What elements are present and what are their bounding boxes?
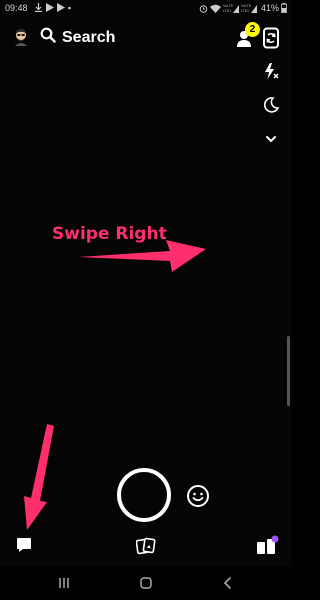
svg-text:LTE2: LTE2 <box>241 9 249 13</box>
capture-button[interactable] <box>117 468 171 522</box>
night-mode-icon[interactable] <box>262 96 280 114</box>
play-store-icon <box>46 3 54 12</box>
dot-icon <box>68 3 71 12</box>
chevron-down-icon[interactable] <box>262 130 280 148</box>
search-label: Search <box>62 28 116 46</box>
svg-text:LTE1: LTE1 <box>223 9 231 13</box>
alarm-icon <box>199 4 208 13</box>
search-bar[interactable]: Search <box>40 27 115 48</box>
back-icon[interactable] <box>220 575 236 591</box>
wifi-icon <box>209 4 221 13</box>
flash-off-icon[interactable] <box>262 62 280 80</box>
status-bar: 09:48 VoLTE LTE1 VoLTE LTE2 41% <box>0 0 292 18</box>
signal-1-icon: VoLTE LTE1 <box>223 3 239 13</box>
chat-icon[interactable] <box>16 537 32 553</box>
top-bar: Search 2 <box>0 22 292 52</box>
home-icon[interactable] <box>138 575 154 591</box>
discover-icon[interactable] <box>256 535 280 555</box>
status-time: 09:48 <box>5 3 28 13</box>
search-icon <box>40 27 56 48</box>
play-store-icon-2 <box>57 3 65 12</box>
status-system-icons: VoLTE LTE1 VoLTE LTE2 41% <box>199 3 287 13</box>
flip-camera-icon[interactable] <box>262 27 280 49</box>
swipe-right-annotation: Swipe Right <box>52 224 167 244</box>
friend-request-badge: 2 <box>245 22 260 37</box>
camera-screen[interactable]: 09:48 VoLTE LTE1 VoLTE LTE2 41% Search 2… <box>0 0 292 600</box>
svg-text:VoLTE: VoLTE <box>223 4 234 8</box>
smiley-lens-icon[interactable] <box>186 484 210 508</box>
swipe-right-arrow-icon <box>78 240 206 272</box>
memories-icon[interactable] <box>135 537 156 555</box>
battery-percent: 41% <box>260 3 279 13</box>
recents-icon[interactable] <box>56 575 72 591</box>
battery-icon <box>281 3 287 13</box>
download-icon <box>34 3 43 12</box>
chat-pointer-arrow-icon <box>24 424 54 530</box>
svg-text:VoLTE: VoLTE <box>241 4 252 8</box>
scroll-indicator <box>287 336 290 406</box>
bitmoji-avatar-icon[interactable] <box>12 28 30 46</box>
signal-2-icon: VoLTE LTE2 <box>241 3 257 13</box>
status-notification-icons <box>34 3 71 12</box>
system-navigation-bar <box>0 566 292 600</box>
